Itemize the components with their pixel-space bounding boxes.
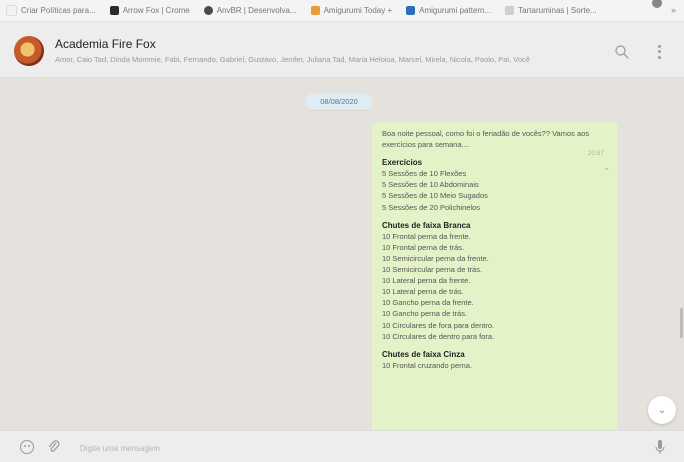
bookmark-favicon — [310, 6, 320, 15]
bookmark-item[interactable]: AnvBR | Desenvolva... — [203, 6, 297, 15]
bookmark-item[interactable]: Tartaruminas | Sorte... — [505, 6, 597, 15]
message-line: 10 Circulares de fora para dentro. — [382, 320, 495, 330]
emoji-icon[interactable] — [20, 440, 34, 454]
participants-list: Amor, Caio Tad, Dinda Mommie, Fabi, Fern… — [55, 55, 530, 64]
paperclip-icon[interactable] — [48, 439, 60, 455]
scrollbar-thumb[interactable] — [680, 308, 683, 338]
bookmark-label: Arrow Fox | Crome — [122, 6, 190, 15]
section-title: Exercícios — [382, 158, 423, 168]
bookmark-item[interactable]: Amigurumi Today + — [310, 6, 393, 15]
bookmark-favicon — [203, 6, 213, 15]
section-title: Chutes de faixa Cinza — [382, 349, 465, 359]
message-line: 10 Gancho perna de trás. — [382, 309, 468, 319]
scroll-to-bottom-button[interactable]: ⌄ — [648, 396, 676, 424]
chevron-down-icon[interactable]: ⌄ — [603, 162, 610, 173]
message-composer — [0, 430, 684, 462]
bookmark-item[interactable]: Arrow Fox | Crome — [109, 6, 190, 15]
bookmark-label: Amigurumi pattern... — [419, 6, 492, 15]
kebab-menu-icon[interactable] — [656, 44, 662, 60]
group-avatar[interactable] — [14, 36, 44, 66]
message-line: 10 Frontal cruzando perna. — [382, 360, 473, 370]
search-icon[interactable] — [614, 44, 630, 60]
bookmark-label: Tartaruminas | Sorte... — [518, 6, 597, 15]
message-time: 20:57 — [587, 150, 604, 157]
bookmark-label: Amigurumi Today + — [323, 6, 393, 15]
message-line: 10 Gancho perna da frente. — [382, 298, 474, 308]
bookmark-item[interactable]: Amigurumi pattern... — [406, 6, 491, 15]
message-line: 5 Sessões de 10 Abdominais — [382, 180, 479, 190]
bookmark-favicon — [406, 6, 416, 15]
message-input[interactable] — [78, 438, 637, 458]
message-line: 10 Lateral perna da frente. — [382, 276, 471, 286]
bookmark-favicon — [109, 6, 119, 15]
message-line: 10 Semicircular perna de trás. — [382, 265, 483, 275]
group-title[interactable]: Academia Fire Fox — [55, 37, 156, 51]
chat-messages[interactable]: 08/08/2020 Boa noite pessoal, como foi o… — [0, 78, 684, 430]
message-line: 5 Sessões de 20 Polichinelos — [382, 202, 480, 212]
bookmarks-overflow-button[interactable]: » — [671, 5, 676, 15]
chat-header: Academia Fire Fox Amor, Caio Tad, Dinda … — [0, 22, 684, 78]
section-title: Chutes de faixa Branca — [382, 220, 471, 230]
message-line: 10 Frontal perna da frente. — [382, 231, 471, 241]
message-line: 10 Circulares de dentro para fora. — [382, 331, 495, 341]
date-chip: 08/08/2020 — [306, 94, 372, 110]
bookmarks-bar: Criar Políticas para... Arrow Fox | Crom… — [0, 0, 684, 22]
microphone-icon[interactable] — [655, 439, 665, 455]
bookmark-favicon — [6, 5, 17, 16]
message-line: 10 Semicircular perna da frente. — [382, 253, 489, 263]
message-line: 5 Sessões de 10 Flexões — [382, 169, 467, 179]
outgoing-message-bubble[interactable]: Boa noite pessoal, como foi o feriadão d… — [372, 122, 618, 430]
message-line: 5 Sessões de 10 Meio Sugados — [382, 191, 488, 201]
chevron-down-icon: ⌄ — [657, 404, 667, 416]
bookmark-item[interactable]: Criar Políticas para... — [6, 5, 96, 16]
bookmark-label: Criar Políticas para... — [21, 6, 96, 15]
message-line: 10 Frontal perna de trás. — [382, 242, 465, 252]
message-greeting: Boa noite pessoal, como foi o feriadão d… — [382, 129, 590, 150]
bookmark-label: AnvBR | Desenvolva... — [216, 6, 297, 15]
message-line: 10 Lateral perna de trás. — [382, 287, 464, 297]
bookmark-favicon — [505, 6, 515, 15]
